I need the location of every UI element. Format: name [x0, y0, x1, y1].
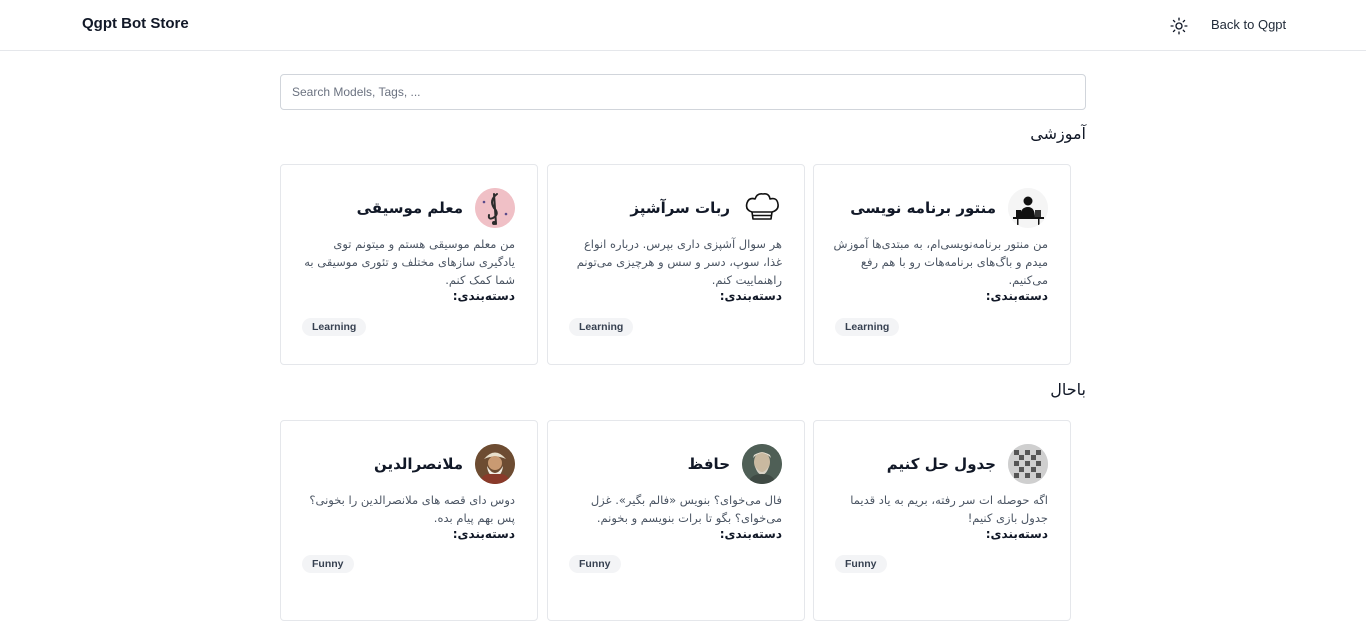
- section-title-learning: آموزشی: [1030, 124, 1086, 143]
- tag-badge[interactable]: Learning: [302, 318, 367, 336]
- back-to-qgpt-link[interactable]: Back to Qgpt: [1211, 17, 1286, 32]
- hafez-portrait-icon: [742, 444, 782, 484]
- bot-name: ملانصرالدین: [374, 455, 463, 473]
- bot-card-programming-mentor[interactable]: منتور برنامه نویسی من منتور برنامه‌نویسی…: [813, 164, 1071, 365]
- tag-badge[interactable]: Learning: [835, 318, 900, 336]
- bot-name: معلم موسیقی: [356, 199, 463, 217]
- sun-icon[interactable]: [1168, 15, 1190, 37]
- section-title-funny: باحال: [1050, 380, 1086, 399]
- bot-name: جدول حل کنیم: [886, 455, 996, 473]
- bot-description: من معلم موسیقی هستم و میتونم توی یادگیری…: [304, 237, 515, 287]
- crossword-grid-icon: [1008, 444, 1048, 484]
- bot-card-chef[interactable]: ربات سرآشپز هر سوال آشپزی داری بپرس. درب…: [547, 164, 805, 365]
- bot-description: هر سوال آشپزی داری بپرس. درباره انواع غذ…: [576, 237, 782, 287]
- tag-badge[interactable]: Learning: [569, 318, 634, 336]
- chef-hat-icon: [742, 188, 782, 228]
- search-input[interactable]: [280, 74, 1086, 110]
- bot-description: من منتور برنامه‌نویسی‌ام، به مبتدی‌ها آم…: [833, 237, 1048, 287]
- bot-card-crossword[interactable]: جدول حل کنیم اگه حوصله ات سر رفته، بریم …: [813, 420, 1071, 621]
- tag-badge[interactable]: Funny: [835, 555, 887, 573]
- brand-title[interactable]: Qgpt Bot Store: [82, 15, 189, 32]
- tag-badge[interactable]: Funny: [569, 555, 621, 573]
- category-label: دسته‌بندی:: [985, 289, 1048, 303]
- treble-clef-icon: [475, 188, 515, 228]
- category-label: دسته‌بندی:: [985, 527, 1048, 541]
- mullah-nasreddin-portrait-icon: [475, 444, 515, 484]
- category-label: دسته‌بندی:: [452, 527, 515, 541]
- category-label: دسته‌بندی:: [719, 289, 782, 303]
- bot-description: اگه حوصله ات سر رفته، بریم به یاد قدیما …: [850, 493, 1048, 525]
- bot-card-mullah-nasreddin[interactable]: ملانصرالدین دوس دای قصه های ملانصرالدین …: [280, 420, 538, 621]
- bot-description: دوس دای قصه های ملانصرالدین را بخونی؟ پس…: [309, 493, 515, 525]
- bot-name: منتور برنامه نویسی: [850, 199, 996, 217]
- programmer-at-desk-icon: [1008, 188, 1048, 228]
- bot-name: ربات سرآشپز: [630, 199, 730, 217]
- bot-description: فال می‌خوای؟ بنویس «فالم بگیر». غزل می‌خ…: [590, 493, 782, 525]
- category-label: دسته‌بندی:: [452, 289, 515, 303]
- top-bar: Qgpt Bot Store Back to Qgpt: [0, 0, 1366, 51]
- bot-card-hafez[interactable]: حافظ فال می‌خوای؟ بنویس «فالم بگیر». غزل…: [547, 420, 805, 621]
- tag-badge[interactable]: Funny: [302, 555, 354, 573]
- bot-card-music-teacher[interactable]: معلم موسیقی من معلم موسیقی هستم و میتونم…: [280, 164, 538, 365]
- category-label: دسته‌بندی:: [719, 527, 782, 541]
- bot-name: حافظ: [687, 455, 730, 473]
